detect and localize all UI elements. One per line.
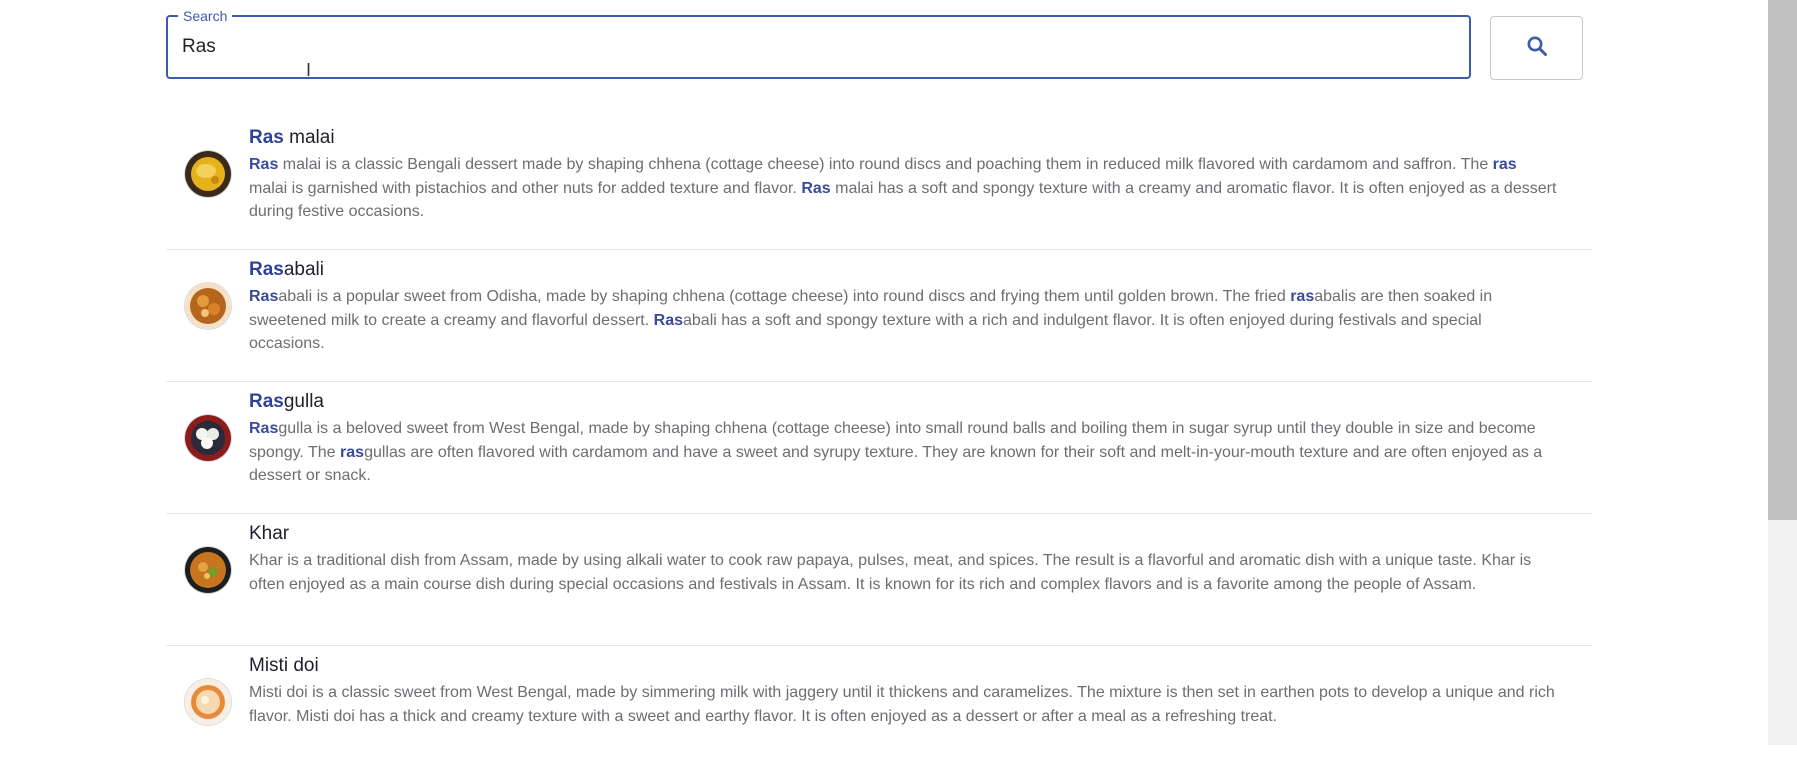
description-text: gullas are often flavored with cardamom … bbox=[249, 443, 1543, 485]
match-highlight: Ras bbox=[249, 420, 279, 437]
rasabali-icon bbox=[184, 282, 232, 330]
misti-doi-icon bbox=[184, 678, 232, 726]
result-item[interactable]: Khar Khar is a traditional dish from Ass… bbox=[166, 514, 1592, 646]
description-text: malai is a classic Bengali dessert made … bbox=[278, 156, 1493, 173]
match-highlight: Ras bbox=[249, 156, 279, 173]
search-field[interactable]: Search bbox=[166, 8, 1471, 79]
text-cursor-icon: I bbox=[306, 60, 312, 80]
ras-malai-icon bbox=[184, 150, 232, 198]
result-description: Ras malai is a classic Bengali dessert m… bbox=[249, 153, 1559, 224]
match-highlight: Ras bbox=[249, 288, 279, 305]
description-text: abali is a popular sweet from Odisha, ma… bbox=[278, 288, 1291, 305]
description-text: Misti doi is a classic sweet from West B… bbox=[249, 684, 1555, 725]
result-item[interactable]: Ras malai Ras malai is a classic Bengali… bbox=[166, 118, 1592, 250]
result-item[interactable]: Rasgulla Rasgulla is a beloved sweet fro… bbox=[166, 382, 1592, 514]
result-title: Khar bbox=[249, 523, 290, 544]
description-text: malai is garnished with pistachios and o… bbox=[249, 179, 802, 197]
search-icon bbox=[1525, 34, 1549, 63]
result-description: Misti doi is a classic sweet from West B… bbox=[249, 681, 1559, 728]
result-title: Rasabali bbox=[249, 259, 325, 280]
result-description: Khar is a traditional dish from Assam, m… bbox=[249, 549, 1559, 596]
match-highlight: Ras bbox=[653, 311, 683, 329]
results-list: Ras malai Ras malai is a classic Bengali… bbox=[166, 118, 1592, 778]
result-description: Rasabali is a popular sweet from Odisha,… bbox=[249, 285, 1559, 356]
match-highlight: ras bbox=[1290, 288, 1315, 305]
result-item[interactable]: Rasabali Rasabali is a popular sweet fro… bbox=[166, 250, 1592, 382]
result-description: Rasgulla is a beloved sweet from West Be… bbox=[249, 417, 1559, 488]
match-highlight: ras bbox=[340, 443, 365, 461]
search-button[interactable] bbox=[1490, 16, 1583, 80]
description-text: Khar is a traditional dish from Assam, m… bbox=[249, 552, 1532, 593]
rasgulla-icon bbox=[184, 414, 232, 462]
result-item[interactable]: Misti doi Misti doi is a classic sweet f… bbox=[166, 646, 1592, 778]
khar-icon bbox=[184, 546, 232, 594]
page: Search I Ras malai Ras malai is a classi… bbox=[0, 0, 1797, 745]
match-highlight: Ras bbox=[801, 179, 831, 197]
result-title: Rasgulla bbox=[249, 391, 325, 412]
result-title: Ras malai bbox=[249, 127, 335, 148]
scrollbar-thumb[interactable] bbox=[1768, 0, 1797, 520]
result-title: Misti doi bbox=[249, 655, 319, 676]
match-highlight: ras bbox=[1492, 156, 1517, 173]
search-input[interactable] bbox=[182, 17, 1452, 77]
